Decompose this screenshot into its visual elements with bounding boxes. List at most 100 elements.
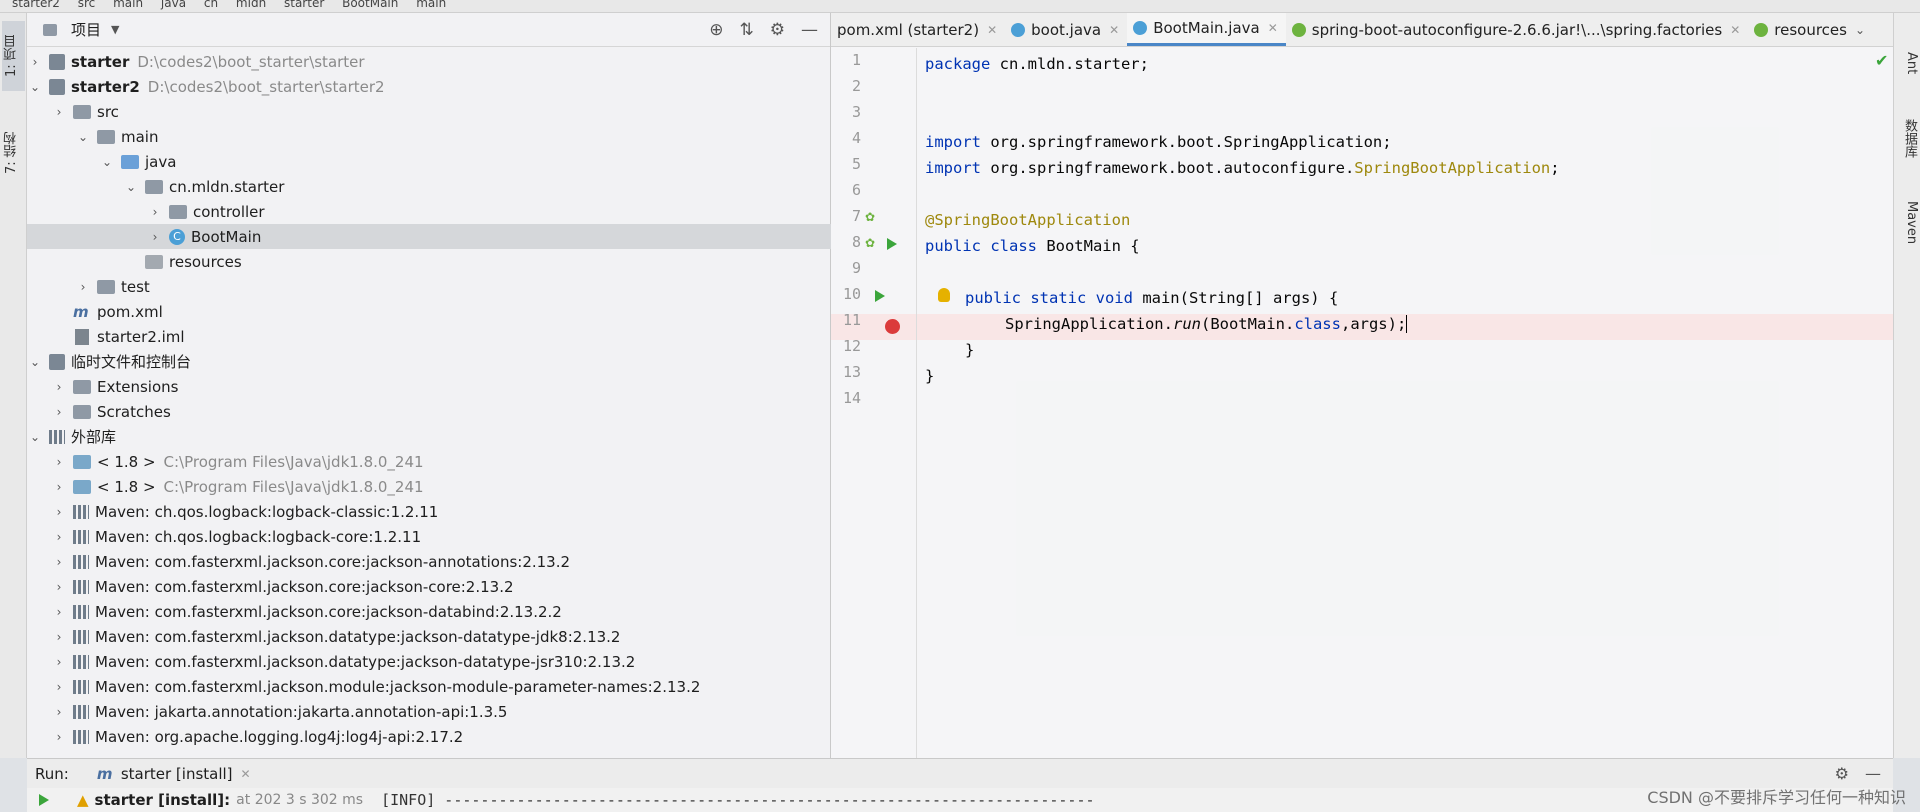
close-icon[interactable]: ✕ bbox=[241, 767, 251, 781]
close-icon[interactable]: ✕ bbox=[987, 23, 997, 37]
spring-bean-icon[interactable]: ✿ bbox=[865, 210, 875, 224]
tree-row[interactable]: › src bbox=[27, 99, 831, 124]
lightbulb-icon[interactable] bbox=[938, 288, 950, 302]
run-tab[interactable]: m starter [install] ✕ bbox=[89, 765, 259, 783]
chevron-down-icon[interactable]: ⌄ bbox=[27, 430, 43, 444]
spring-bean-icon[interactable]: ✿ bbox=[865, 236, 875, 250]
gear-icon[interactable]: ⚙ bbox=[1835, 764, 1849, 783]
tree-row[interactable]: › test bbox=[27, 274, 831, 299]
project-panel-title[interactable]: 项目 bbox=[71, 19, 101, 40]
structure-tool-tab[interactable]: 7: 结构 bbox=[2, 113, 25, 193]
tree-row[interactable]: starter2.iml bbox=[27, 324, 831, 349]
chevron-down-icon[interactable]: ⌄ bbox=[99, 155, 115, 169]
tree-row-selected[interactable]: › C BootMain bbox=[27, 224, 831, 249]
chevron-right-icon[interactable]: › bbox=[51, 655, 67, 669]
tree-row[interactable]: ⌄ starter2 D:\codes2\boot_starter\starte… bbox=[27, 74, 831, 99]
code-line-13[interactable]: } bbox=[925, 363, 934, 389]
chevron-right-icon[interactable]: › bbox=[51, 505, 67, 519]
tree-row[interactable]: › Maven: ch.qos.logback:logback-classic:… bbox=[27, 499, 831, 524]
code-line-4[interactable]: import org.springframework.boot.SpringAp… bbox=[925, 129, 1392, 155]
collapse-all-icon[interactable]: ⇅ bbox=[740, 20, 754, 40]
breadcrumb-item[interactable]: mldn bbox=[236, 0, 266, 10]
chevron-right-icon[interactable]: › bbox=[51, 730, 67, 744]
run-icon[interactable] bbox=[875, 290, 885, 302]
code-line-5[interactable]: import org.springframework.boot.autoconf… bbox=[925, 155, 1560, 181]
chevron-down-icon[interactable]: ▼ bbox=[111, 23, 119, 36]
tree-row[interactable]: › Extensions bbox=[27, 374, 831, 399]
tree-row[interactable]: › Maven: jakarta.annotation:jakarta.anno… bbox=[27, 699, 831, 724]
chevron-right-icon[interactable]: › bbox=[51, 380, 67, 394]
chevron-right-icon[interactable]: › bbox=[27, 55, 43, 69]
close-icon[interactable]: ✕ bbox=[1268, 21, 1278, 35]
build-job-label[interactable]: starter [install]: bbox=[95, 791, 231, 809]
chevron-down-icon[interactable]: ⌄ bbox=[27, 355, 43, 369]
tab-pom-xml[interactable]: pom.xml (starter2) ✕ bbox=[831, 13, 1005, 46]
breadcrumb-item[interactable]: starter2 bbox=[12, 0, 60, 10]
chevron-down-icon[interactable]: ⌄ bbox=[27, 80, 43, 94]
code-line-12[interactable]: } bbox=[965, 337, 974, 363]
code-line-7[interactable]: @SpringBootApplication bbox=[925, 207, 1130, 233]
breadcrumb-item[interactable]: main bbox=[113, 0, 143, 10]
chevron-right-icon[interactable]: › bbox=[51, 405, 67, 419]
tree-row[interactable]: › Maven: com.fasterxml.jackson.core:jack… bbox=[27, 574, 831, 599]
rerun-icon[interactable] bbox=[39, 794, 49, 806]
project-tool-tab[interactable]: 1: 项目 bbox=[2, 21, 25, 91]
tree-row[interactable]: › Maven: com.fasterxml.jackson.core:jack… bbox=[27, 599, 831, 624]
hide-icon[interactable]: — bbox=[801, 20, 818, 40]
tree-row[interactable]: › Maven: com.fasterxml.jackson.core:jack… bbox=[27, 549, 831, 574]
tree-row[interactable]: › Scratches bbox=[27, 399, 831, 424]
tree-row[interactable]: m pom.xml bbox=[27, 299, 831, 324]
code-line-10[interactable]: public static void main(String[] args) { bbox=[965, 285, 1338, 311]
breadcrumb-item[interactable]: cn bbox=[204, 0, 218, 10]
chevron-right-icon[interactable]: › bbox=[75, 280, 91, 294]
breadcrumb-item[interactable]: main bbox=[416, 0, 446, 10]
code-line-1[interactable]: package cn.mldn.starter; bbox=[925, 51, 1149, 77]
tree-row[interactable]: ⌄ java bbox=[27, 149, 831, 174]
tree-row[interactable]: › < 1.8 > C:\Program Files\Java\jdk1.8.0… bbox=[27, 449, 831, 474]
breadcrumb-item[interactable]: starter bbox=[284, 0, 324, 10]
chevron-right-icon[interactable]: › bbox=[147, 205, 163, 219]
tree-row[interactable]: › Maven: org.apache.logging.log4j:log4j-… bbox=[27, 724, 831, 749]
chevron-right-icon[interactable]: › bbox=[51, 680, 67, 694]
tree-row[interactable]: › controller bbox=[27, 199, 831, 224]
chevron-right-icon[interactable]: › bbox=[51, 580, 67, 594]
breadcrumb-item[interactable]: src bbox=[78, 0, 96, 10]
run-icon[interactable] bbox=[887, 238, 897, 250]
chevron-down-icon[interactable]: ⌄ bbox=[123, 180, 139, 194]
chevron-right-icon[interactable]: › bbox=[147, 230, 163, 244]
console-output[interactable]: [INFO] ---------------------------------… bbox=[381, 791, 1094, 809]
locate-icon[interactable]: ⊕ bbox=[709, 20, 723, 40]
breadcrumb-item[interactable]: java bbox=[161, 0, 186, 10]
chevron-right-icon[interactable]: › bbox=[51, 630, 67, 644]
code-line-11[interactable]: SpringApplication.run(BootMain.class,arg… bbox=[1005, 311, 1408, 337]
tree-row[interactable]: ⌄ cn.mldn.starter bbox=[27, 174, 831, 199]
tree-row[interactable]: resources bbox=[27, 249, 831, 274]
close-icon[interactable]: ✕ bbox=[1109, 23, 1119, 37]
tree-row[interactable]: ⌄ 外部库 bbox=[27, 424, 831, 449]
tree-row[interactable]: ⌄ main bbox=[27, 124, 831, 149]
tab-bootmain-java[interactable]: BootMain.java ✕ bbox=[1127, 13, 1286, 46]
tree-row[interactable]: › Maven: com.fasterxml.jackson.module:ja… bbox=[27, 674, 831, 699]
gear-icon[interactable]: ⚙ bbox=[770, 20, 785, 40]
tree-row[interactable]: ⌄ 临时文件和控制台 bbox=[27, 349, 831, 374]
tree-row[interactable]: › < 1.8 > C:\Program Files\Java\jdk1.8.0… bbox=[27, 474, 831, 499]
ant-tool-tab[interactable]: Ant bbox=[1897, 43, 1919, 83]
close-icon[interactable]: ✕ bbox=[1730, 23, 1740, 37]
inspection-ok-icon[interactable]: ✔ bbox=[1875, 51, 1888, 70]
chevron-right-icon[interactable]: › bbox=[51, 555, 67, 569]
tab-resources[interactable]: resources ⌄ bbox=[1748, 13, 1873, 46]
chevron-down-icon[interactable]: ⌄ bbox=[1855, 23, 1865, 37]
chevron-down-icon[interactable]: ⌄ bbox=[75, 130, 91, 144]
chevron-right-icon[interactable]: › bbox=[51, 105, 67, 119]
chevron-right-icon[interactable]: › bbox=[51, 530, 67, 544]
database-tool-tab[interactable]: 数据库 bbox=[1897, 103, 1919, 173]
chevron-right-icon[interactable]: › bbox=[51, 605, 67, 619]
chevron-right-icon[interactable]: › bbox=[51, 480, 67, 494]
breadcrumb-item[interactable]: BootMain bbox=[342, 0, 398, 10]
tree-row[interactable]: › starter D:\codes2\boot_starter\starter bbox=[27, 49, 831, 74]
tree-row[interactable]: › Maven: com.fasterxml.jackson.datatype:… bbox=[27, 624, 831, 649]
chevron-right-icon[interactable]: › bbox=[51, 705, 67, 719]
breakpoint-icon[interactable] bbox=[885, 319, 900, 334]
tab-spring-factories[interactable]: spring-boot-autoconfigure-2.6.6.jar!\...… bbox=[1286, 13, 1749, 46]
hide-icon[interactable]: — bbox=[1865, 764, 1881, 783]
